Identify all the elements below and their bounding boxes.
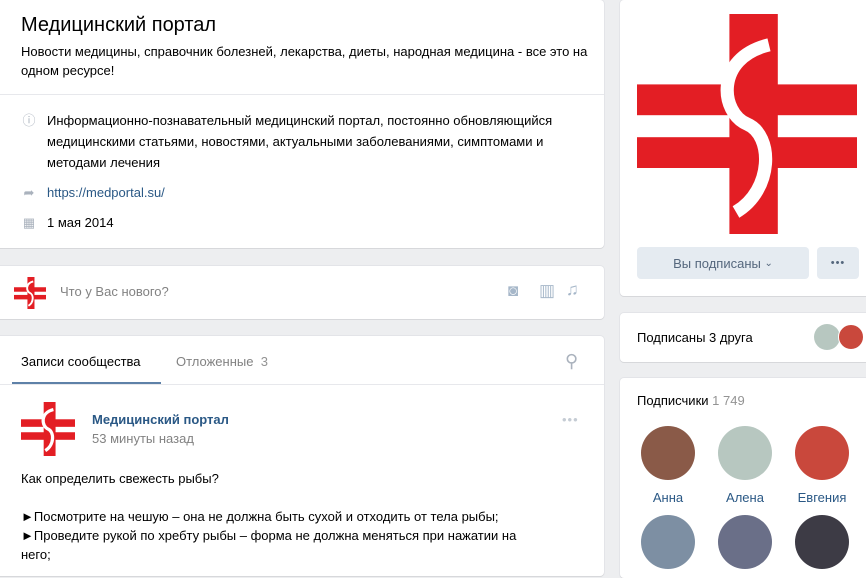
calendar-icon: ▦	[22, 215, 36, 230]
composer-input[interactable]: Что у Вас нового?	[60, 284, 169, 299]
info-icon: ⓘ	[22, 113, 36, 128]
post-text-line: ►Посмотрите на чешую – она не должна быт…	[21, 509, 499, 524]
divider	[0, 94, 604, 95]
tab-postponed[interactable]: Отложенные 3	[176, 354, 268, 369]
follower-name[interactable]: Евгения	[787, 490, 857, 505]
post-composer[interactable]: Что у Вас нового? ◙ ▥ ♫	[0, 266, 604, 319]
friends-label: Подписаны 3 друга	[637, 330, 753, 345]
created-row: ▦ 1 мая 2014	[21, 212, 114, 233]
follower-avatar[interactable]	[641, 426, 695, 480]
subscribed-button[interactable]: Вы подписаны ⌄	[637, 247, 809, 279]
follower-name[interactable]: Анна	[633, 490, 703, 505]
tab-posts[interactable]: Записи сообщества	[21, 354, 141, 369]
follower-avatar[interactable]	[718, 515, 772, 569]
post-text-line: него;	[21, 547, 51, 562]
friend-avatar	[814, 324, 840, 350]
link-arrow-icon: ➦	[23, 185, 35, 200]
followers-card: Подписчики 1 749 Анна Алена Евгения	[620, 378, 866, 578]
group-cover-image[interactable]	[637, 14, 857, 234]
group-info-card: Медицинский портал Новости медицины, спр…	[0, 0, 604, 248]
post-text-line: ►Проведите рукой по хребту рыбы – форма …	[21, 528, 517, 543]
website-row: ➦ https://medportal.su/	[21, 182, 165, 203]
followers-header[interactable]: Подписчики 1 749	[637, 393, 745, 408]
wall-card: Записи сообщества Отложенные 3 ⚲ Медицин…	[0, 336, 604, 576]
camera-icon[interactable]: ◙	[508, 281, 518, 301]
follower-name[interactable]: Алена	[710, 490, 780, 505]
follower-avatar[interactable]	[795, 515, 849, 569]
more-actions-button[interactable]: •••	[817, 247, 859, 279]
created-date: 1 мая 2014	[47, 215, 114, 230]
group-status: Новости медицины, справочник болезней, л…	[21, 44, 588, 78]
post-time[interactable]: 53 минуты назад	[92, 431, 194, 446]
post-author[interactable]: Медицинский портал	[92, 412, 229, 427]
post-text-line: Как определить свежесть рыбы?	[21, 471, 219, 486]
post-author-avatar[interactable]	[21, 402, 75, 456]
followers-count: 1 749	[712, 393, 745, 408]
tab-label: Отложенные	[176, 354, 254, 369]
follower-avatar[interactable]	[641, 515, 695, 569]
divider	[0, 384, 604, 385]
search-icon[interactable]: ⚲	[565, 351, 578, 372]
group-avatar	[14, 277, 46, 309]
group-cover-card: Вы подписаны ⌄ •••	[620, 0, 866, 296]
friend-avatar	[838, 324, 864, 350]
video-icon[interactable]: ▥	[539, 281, 555, 301]
music-icon[interactable]: ♫	[566, 280, 579, 300]
follower-avatar[interactable]	[795, 426, 849, 480]
friends-card[interactable]: Подписаны 3 друга	[620, 313, 866, 362]
subscribed-label: Вы подписаны	[673, 255, 761, 271]
description: Информационно-познавательный медицинский…	[47, 113, 553, 170]
follower-avatar[interactable]	[718, 426, 772, 480]
description-row: ⓘ Информационно-познавательный медицинск…	[21, 110, 581, 173]
website-link[interactable]: https://medportal.su/	[47, 182, 165, 203]
followers-label: Подписчики	[637, 393, 709, 408]
page-title: Медицинский портал	[21, 14, 217, 36]
chevron-down-icon: ⌄	[764, 257, 773, 269]
more-icon[interactable]: •••	[562, 412, 579, 427]
postponed-count: 3	[260, 354, 268, 369]
